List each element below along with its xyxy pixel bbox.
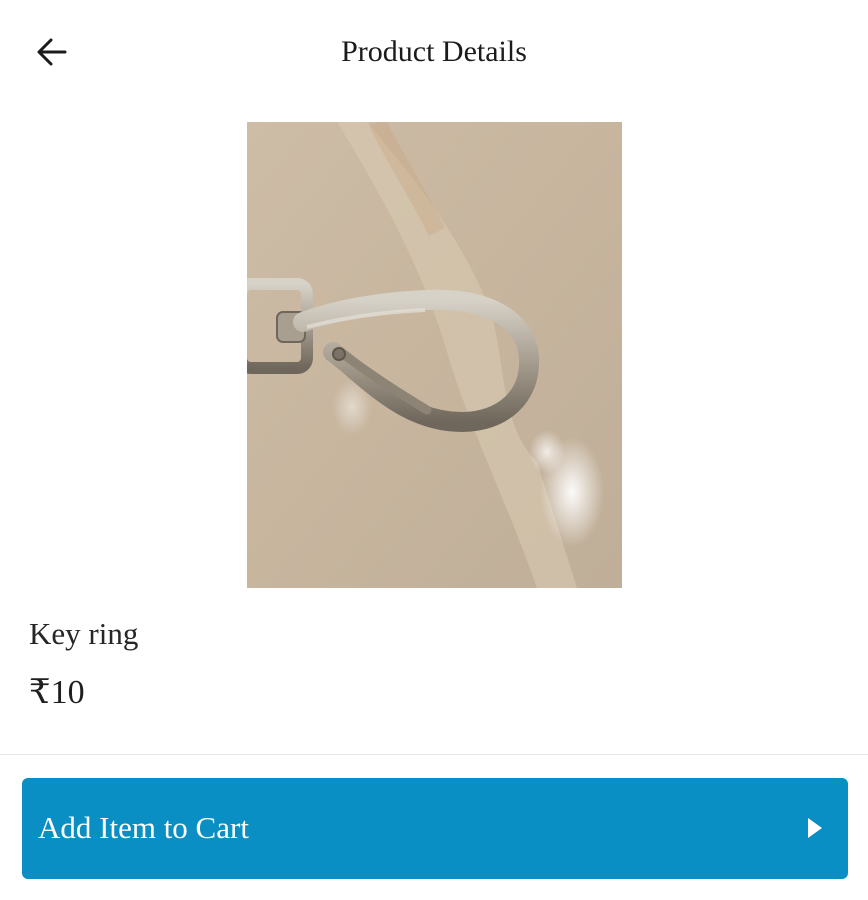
product-price: ₹10: [29, 674, 85, 711]
app-header: Product Details: [0, 0, 868, 104]
page-title: Product Details: [341, 35, 527, 68]
product-image: [247, 122, 622, 588]
divider: [0, 754, 868, 755]
add-to-cart-label: Add Item to Cart: [38, 810, 249, 845]
add-to-cart-button[interactable]: Add Item to Cart: [22, 778, 848, 879]
product-name: Key ring: [29, 616, 139, 651]
product-photo: [247, 122, 622, 588]
product-details-screen: Product Details Key ring ₹10 Add Item to…: [0, 0, 868, 900]
play-triangle-icon: [808, 818, 822, 838]
